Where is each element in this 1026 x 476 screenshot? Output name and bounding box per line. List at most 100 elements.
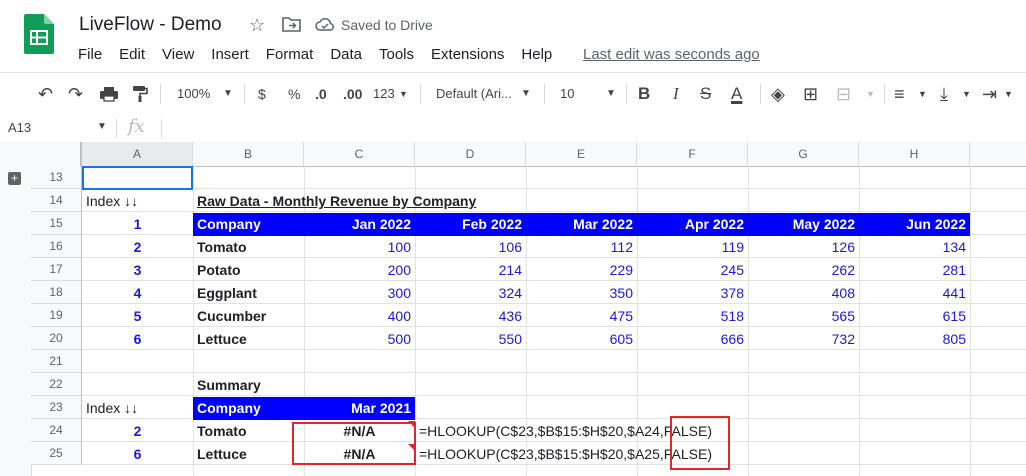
index-label[interactable]: Index ↓↓ xyxy=(82,190,193,213)
more-formats-button[interactable]: 123 xyxy=(373,73,395,115)
increase-decimal-button[interactable]: .00 xyxy=(343,73,362,115)
star-icon[interactable]: ☆ xyxy=(249,14,265,36)
value-cell[interactable]: 805 xyxy=(859,328,970,351)
currency-format-button[interactable]: $ xyxy=(258,73,266,115)
row-header[interactable]: 23 xyxy=(31,396,82,419)
company-cell[interactable]: Lettuce xyxy=(193,443,304,466)
raw-data-title[interactable]: Raw Data - Monthly Revenue by Company xyxy=(193,190,593,213)
zoom-dropdown-icon[interactable]: ▼ xyxy=(223,73,233,115)
summary-header-cell[interactable]: Company xyxy=(193,397,304,420)
column-header-a[interactable]: A xyxy=(82,142,193,166)
company-cell[interactable]: Tomato xyxy=(193,420,304,443)
name-box[interactable]: A13 xyxy=(8,120,31,135)
text-wrapping-icon[interactable]: ⇥ xyxy=(982,73,997,115)
row-header[interactable]: 14 xyxy=(31,189,82,212)
wrap-dropdown-icon[interactable]: ▼ xyxy=(1004,73,1013,115)
column-header-f[interactable]: F xyxy=(637,142,748,166)
summary-title[interactable]: Summary xyxy=(193,374,304,397)
row-header[interactable]: 15 xyxy=(31,212,82,235)
value-cell[interactable]: 214 xyxy=(415,259,526,282)
halign-dropdown-icon[interactable]: ▼ xyxy=(918,73,927,115)
borders-icon[interactable]: ⊞ xyxy=(803,73,818,115)
sheets-logo-icon[interactable] xyxy=(24,14,54,54)
horizontal-align-icon[interactable]: ≡ xyxy=(894,73,905,115)
row-header[interactable]: 16 xyxy=(31,235,82,258)
index-cell[interactable]: 5 xyxy=(82,305,193,328)
zoom-select[interactable]: 100% xyxy=(177,73,210,115)
company-cell[interactable]: Cucumber xyxy=(193,305,304,328)
menu-extensions[interactable]: Extensions xyxy=(431,45,504,65)
percent-format-button[interactable]: % xyxy=(288,73,300,115)
company-cell[interactable]: Tomato xyxy=(193,236,304,259)
company-cell[interactable]: Eggplant xyxy=(193,282,304,305)
italic-button[interactable]: I xyxy=(673,73,679,115)
value-cell[interactable]: 408 xyxy=(748,282,859,305)
row-header[interactable]: 24 xyxy=(31,419,82,442)
menu-format[interactable]: Format xyxy=(266,45,314,65)
redo-icon[interactable]: ↷ xyxy=(68,73,83,115)
menu-tools[interactable]: Tools xyxy=(379,45,414,65)
index-cell[interactable]: 2 xyxy=(82,420,193,443)
header-cell[interactable]: Jun 2022 xyxy=(859,213,970,236)
value-cell[interactable]: 475 xyxy=(526,305,637,328)
more-formats-dropdown-icon[interactable]: ▼ xyxy=(399,73,408,115)
menu-edit[interactable]: Edit xyxy=(119,45,145,65)
paint-format-icon[interactable] xyxy=(132,85,148,103)
index-cell[interactable]: 6 xyxy=(82,328,193,351)
font-size-dropdown-icon[interactable]: ▼ xyxy=(606,73,616,115)
value-cell[interactable]: 400 xyxy=(304,305,415,328)
column-header-b[interactable]: B xyxy=(193,142,304,166)
value-cell[interactable]: 119 xyxy=(637,236,748,259)
expand-group-icon[interactable]: + xyxy=(8,172,21,185)
value-cell[interactable]: 126 xyxy=(748,236,859,259)
font-size-select[interactable]: 10 xyxy=(560,73,574,115)
menu-insert[interactable]: Insert xyxy=(211,45,249,65)
value-cell[interactable]: 200 xyxy=(304,259,415,282)
column-header-h[interactable]: H xyxy=(859,142,970,166)
value-cell[interactable]: 106 xyxy=(415,236,526,259)
column-header-g[interactable]: G xyxy=(748,142,859,166)
row-header[interactable]: 25 xyxy=(31,442,82,465)
value-cell[interactable]: 100 xyxy=(304,236,415,259)
value-cell[interactable]: 565 xyxy=(748,305,859,328)
index-cell[interactable]: 4 xyxy=(82,282,193,305)
row-header[interactable]: 19 xyxy=(31,304,82,327)
fill-color-icon[interactable]: ◈ xyxy=(771,73,785,115)
font-dropdown-icon[interactable]: ▼ xyxy=(521,73,531,115)
value-cell[interactable]: 262 xyxy=(748,259,859,282)
row-header[interactable]: 13 xyxy=(31,166,82,189)
menu-file[interactable]: File xyxy=(78,45,102,65)
column-header-c[interactable]: C xyxy=(304,142,415,166)
text-color-button[interactable]: A xyxy=(731,73,742,115)
row-header[interactable]: 20 xyxy=(31,327,82,350)
row-header[interactable]: 18 xyxy=(31,281,82,304)
print-icon[interactable] xyxy=(99,86,119,102)
merge-cells-icon[interactable]: ⊟ xyxy=(836,73,851,115)
company-cell[interactable]: Lettuce xyxy=(193,328,304,351)
column-header-d[interactable]: D xyxy=(415,142,526,166)
document-title[interactable]: LiveFlow - Demo xyxy=(79,13,222,37)
value-cell[interactable]: 500 xyxy=(304,328,415,351)
value-cell[interactable]: 436 xyxy=(415,305,526,328)
cloud-saved-icon[interactable] xyxy=(315,17,335,31)
row-header[interactable]: 17 xyxy=(31,258,82,281)
index-label[interactable]: Index ↓↓ xyxy=(82,397,193,420)
vertical-align-icon[interactable]: ⤓ xyxy=(940,73,948,115)
summary-header-cell[interactable]: Mar 2021 xyxy=(304,397,415,420)
value-cell[interactable]: 518 xyxy=(637,305,748,328)
value-cell[interactable]: 732 xyxy=(748,328,859,351)
value-cell[interactable]: 324 xyxy=(415,282,526,305)
company-cell[interactable]: Potato xyxy=(193,259,304,282)
header-cell[interactable]: Mar 2022 xyxy=(526,213,637,236)
row-header[interactable]: 21 xyxy=(31,350,82,373)
decrease-decimal-button[interactable]: .0 xyxy=(315,73,327,115)
column-header-e[interactable]: E xyxy=(526,142,637,166)
strikethrough-button[interactable]: S xyxy=(700,73,711,115)
value-cell[interactable]: 300 xyxy=(304,282,415,305)
move-folder-icon[interactable] xyxy=(282,16,302,32)
header-cell[interactable]: Jan 2022 xyxy=(304,213,415,236)
value-cell[interactable]: 350 xyxy=(526,282,637,305)
bold-button[interactable]: B xyxy=(638,73,650,115)
value-cell[interactable]: 666 xyxy=(637,328,748,351)
value-cell[interactable]: 605 xyxy=(526,328,637,351)
